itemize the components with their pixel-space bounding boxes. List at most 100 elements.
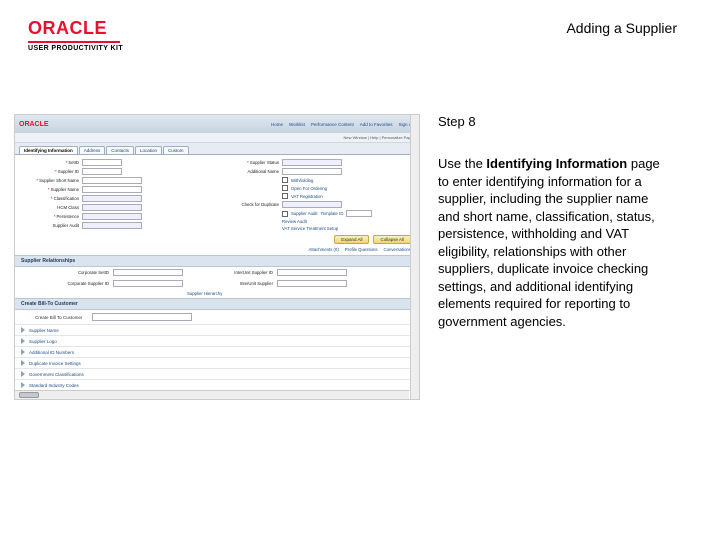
page-title: Adding a Supplier	[566, 20, 677, 36]
chk-label: Open For Ordering	[291, 186, 327, 191]
header: ORACLE USER PRODUCTIVITY KIT Adding a Su…	[0, 0, 720, 58]
tab-custom[interactable]: Custom	[163, 146, 189, 154]
step-label: Step 8	[438, 114, 670, 129]
section-supplier-relationships: Supplier Relationships	[15, 255, 419, 267]
chk-label: Withholding	[291, 178, 313, 183]
collapse-all-button[interactable]: Collapse All	[373, 235, 411, 244]
template-id-input[interactable]	[346, 210, 372, 217]
withholding-checkbox[interactable]	[282, 177, 288, 183]
label: SetID	[21, 160, 79, 165]
expand-dup-invoice[interactable]: Duplicate Invoice Settings	[29, 361, 81, 366]
expand-icon[interactable]	[21, 349, 25, 355]
step-description: Use the Identifying Information page to …	[438, 155, 670, 330]
label: Corporate Supplier ID	[23, 281, 109, 286]
subbar-links[interactable]: New Window | Help | Personalize Page	[344, 135, 413, 140]
expand-sic[interactable]: Standard Industry Codes	[29, 383, 79, 388]
tab-address[interactable]: Address	[79, 146, 106, 154]
expand-icon[interactable]	[21, 338, 25, 344]
nav-item[interactable]: Home	[271, 122, 283, 127]
app-top-bar: ORACLE Home Worklist Performance Content…	[15, 115, 419, 133]
nav-item[interactable]: Add to Favorites	[360, 122, 393, 127]
app-subbar: New Window | Help | Personalize Page	[15, 133, 419, 143]
label: Persistence	[21, 214, 79, 219]
logo-block: ORACLE USER PRODUCTIVITY KIT	[28, 18, 123, 52]
tab-location[interactable]: Location	[135, 146, 162, 154]
create-billto-label: Create Bill To Customer	[35, 315, 82, 320]
nav-item[interactable]: Worklist	[289, 122, 305, 127]
open-ordering-checkbox[interactable]	[282, 185, 288, 191]
nav-item[interactable]: Performance Content	[311, 122, 354, 127]
attachments-link[interactable]: Attachments (0)	[308, 247, 338, 252]
desc-bold: Identifying Information	[486, 156, 627, 171]
dup-check-select[interactable]	[282, 201, 342, 208]
interunit-id-input[interactable]	[277, 269, 347, 276]
form-left-col: SetID Supplier ID Supplier Short Name Su…	[21, 159, 213, 231]
vat-treatment-link[interactable]: VAT Service Treatment Setup	[282, 226, 338, 231]
expand-icon[interactable]	[21, 360, 25, 366]
profile-questions-link[interactable]: Profile Questions	[345, 247, 378, 252]
supplier-audit-checkbox[interactable]	[282, 211, 288, 217]
content: ORACLE Home Worklist Performance Content…	[0, 114, 720, 400]
label: Supplier Status	[221, 160, 279, 165]
hcm-class-select[interactable]	[82, 204, 142, 211]
corp-supplier-id-input[interactable]	[113, 280, 183, 287]
chk-label: VAT Registration	[291, 194, 323, 199]
expand-gov-class[interactable]: Government Classifications	[29, 372, 84, 377]
tab-identifying-information[interactable]: Identifying Information	[19, 146, 78, 154]
minor-links: Attachments (0) Profile Questions Conver…	[15, 246, 419, 255]
setid-input[interactable]	[82, 159, 122, 166]
v-scrollbar[interactable]	[410, 115, 419, 399]
app-logo: ORACLE	[19, 121, 49, 128]
supplier-id-input[interactable]	[82, 168, 122, 175]
screenshot-column: ORACLE Home Worklist Performance Content…	[0, 114, 420, 400]
supplier-audit-select[interactable]	[82, 222, 142, 229]
supplier-hierarchy-link[interactable]: Supplier Hierarchy	[187, 291, 273, 296]
label: Additional Name	[221, 169, 279, 174]
classification-select[interactable]	[82, 195, 142, 202]
label: Supplier Short Name	[21, 178, 79, 183]
tab-contacts[interactable]: Contacts	[106, 146, 134, 154]
chk-label: Supplier Audit	[291, 211, 318, 216]
form-right-col: Supplier Status Additional Name Withhold…	[221, 159, 413, 231]
app-tabs: Identifying Information Address Contacts…	[15, 143, 419, 155]
app-nav: Home Worklist Performance Content Add to…	[271, 122, 415, 127]
label: Supplier Audit	[21, 223, 79, 228]
section-create-billto: Create Bill-To Customer	[15, 298, 419, 310]
label: Classification	[21, 196, 79, 201]
interunit-supplier-input[interactable]	[277, 280, 347, 287]
create-billto-row: Create Bill To Customer	[15, 310, 419, 324]
expand-icon[interactable]	[21, 327, 25, 333]
persistence-select[interactable]	[82, 213, 142, 220]
expand-icon[interactable]	[21, 382, 25, 388]
corp-setid-input[interactable]	[113, 269, 183, 276]
label: InterUnit Supplier ID	[187, 270, 273, 275]
desc-pre: Use the	[438, 156, 486, 171]
create-billto-select[interactable]	[92, 313, 192, 321]
text-column: Step 8 Use the Identifying Information p…	[420, 114, 680, 400]
expand-supplier-name[interactable]: Supplier Name	[29, 328, 59, 333]
supplier-status-select[interactable]	[282, 159, 342, 166]
button-row: Expand All Collapse All	[15, 231, 419, 246]
label: Corporate SetID	[23, 270, 109, 275]
scrollbar-thumb[interactable]	[19, 392, 39, 398]
expand-all-button[interactable]: Expand All	[334, 235, 369, 244]
supplier-name-input[interactable]	[82, 186, 142, 193]
label: Supplier Name	[21, 187, 79, 192]
expand-additional-id[interactable]: Additional ID Numbers	[29, 350, 74, 355]
review-audit-link[interactable]: Review Audit	[282, 219, 307, 224]
label: HCM Class	[21, 205, 79, 210]
label: Supplier ID	[21, 169, 79, 174]
upk-label: USER PRODUCTIVITY KIT	[28, 45, 123, 52]
conversations-link[interactable]: Conversations	[384, 247, 411, 252]
form-body: SetID Supplier ID Supplier Short Name Su…	[15, 155, 419, 231]
expand-icon[interactable]	[21, 371, 25, 377]
vat-reg-checkbox[interactable]	[282, 193, 288, 199]
oracle-logo: ORACLE	[28, 18, 123, 39]
template-id-label: Template ID	[321, 211, 344, 216]
expand-supplier-logo[interactable]: Supplier Logo	[29, 339, 57, 344]
h-scrollbar[interactable]	[15, 390, 409, 399]
short-name-input[interactable]	[82, 177, 142, 184]
label: InterUnit Supplier	[187, 281, 273, 286]
additional-name-input[interactable]	[282, 168, 342, 175]
desc-post: page to enter identifying information fo…	[438, 156, 660, 329]
